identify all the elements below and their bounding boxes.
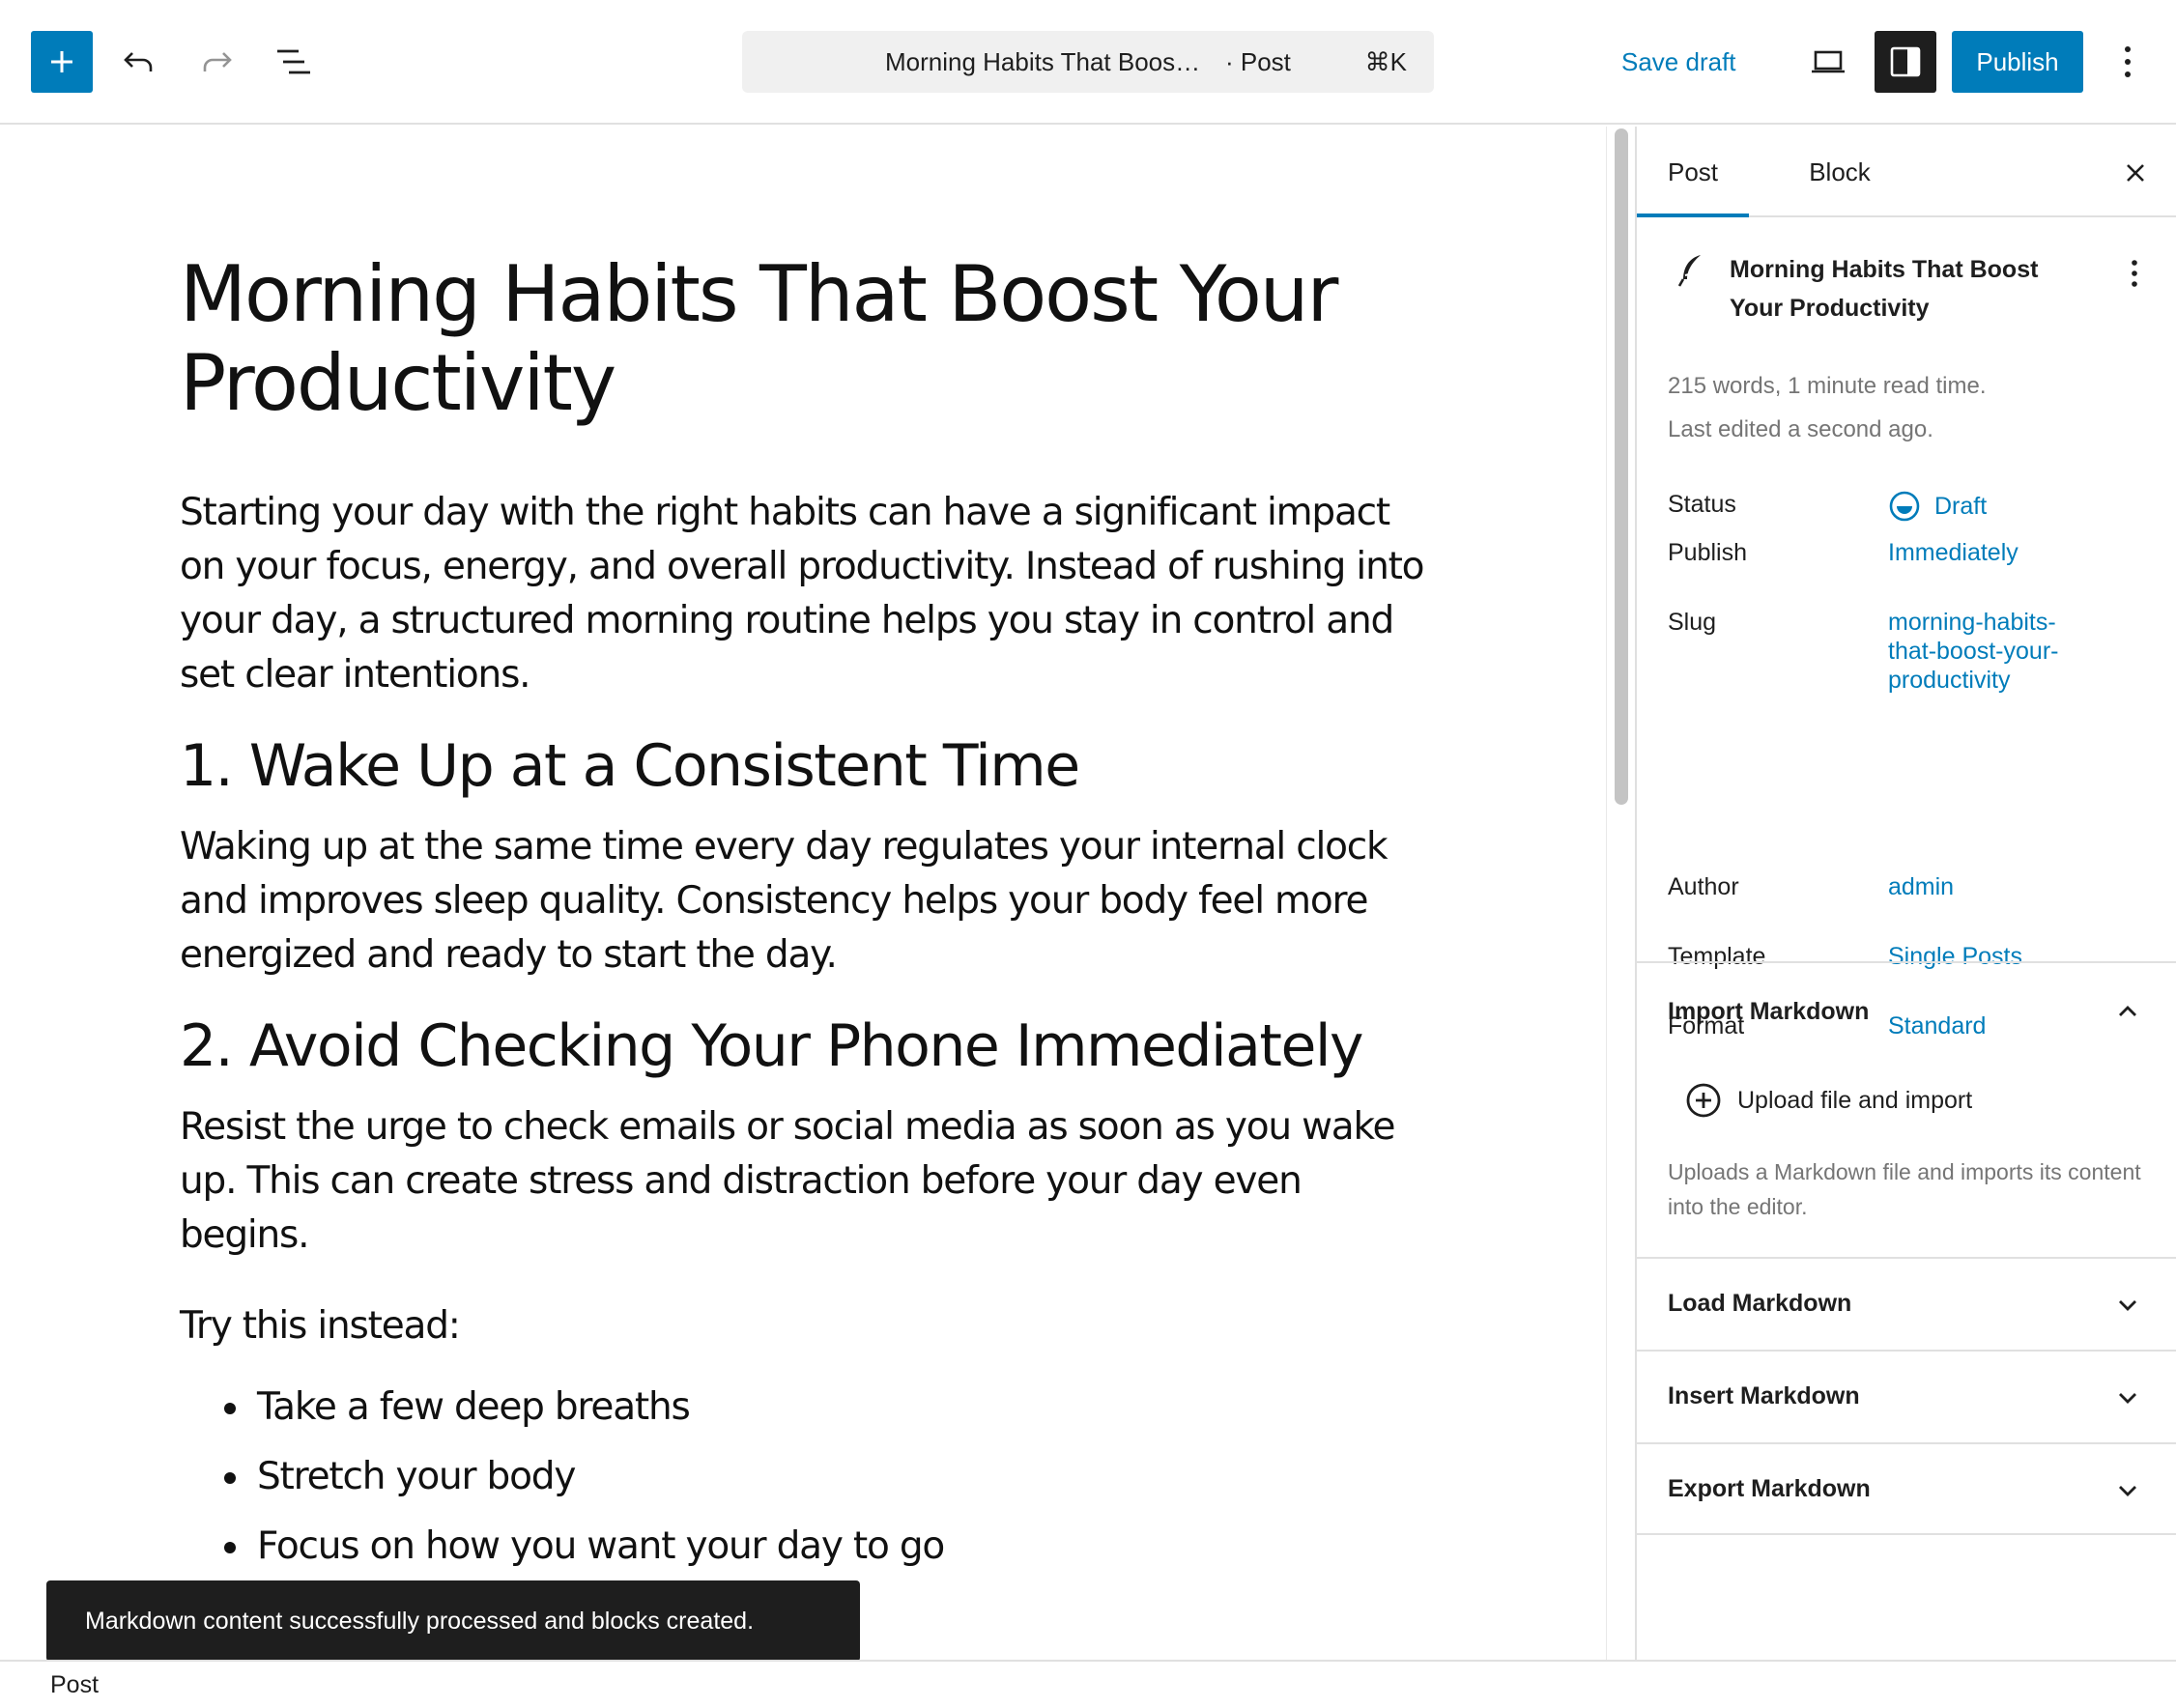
options-menu-button[interactable] bbox=[2104, 35, 2151, 89]
redo-button[interactable] bbox=[189, 35, 243, 89]
list-block[interactable]: Take a few deep breaths Stretch your bod… bbox=[180, 1373, 1436, 1581]
vertical-ellipsis-icon bbox=[2132, 260, 2137, 287]
export-markdown-panel[interactable]: Export Markdown bbox=[1637, 1442, 2176, 1535]
bullet-icon bbox=[224, 1403, 236, 1414]
slug-label: Slug bbox=[1668, 609, 1717, 636]
publish-value-button[interactable]: Immediately bbox=[1888, 538, 2120, 567]
sidebar-toggle-icon bbox=[1890, 46, 1921, 77]
slug-line: that-boost-your- bbox=[1888, 638, 2059, 665]
document-stats: 215 words, 1 minute read time. Last edit… bbox=[1668, 364, 1987, 451]
upload-file-button[interactable]: Upload file and import bbox=[1685, 1079, 1972, 1122]
publish-button[interactable]: Publish bbox=[1952, 31, 2083, 93]
word-count: 215 words, 1 minute read time. bbox=[1668, 373, 1987, 399]
insert-markdown-toggle[interactable]: Insert Markdown bbox=[1668, 1382, 1860, 1410]
settings-sidebar: Post Block Morning Habits That Boost You… bbox=[1635, 127, 2176, 1660]
collapse-panel-button[interactable] bbox=[2108, 992, 2147, 1031]
canvas-scrollbar[interactable] bbox=[1606, 127, 1635, 1660]
status-value: Draft bbox=[1934, 493, 1988, 520]
editor-canvas[interactable]: Morning Habits That Boost Your Productiv… bbox=[0, 127, 1606, 1660]
save-draft-button[interactable]: Save draft bbox=[1621, 39, 1736, 85]
slug-line: morning-habits- bbox=[1888, 609, 2056, 636]
keyboard-shortcut-hint: ⌘K bbox=[1364, 47, 1407, 76]
paragraph-block[interactable]: Starting your day with the right habits … bbox=[180, 486, 1426, 702]
document-title-label: Morning Habits That Boos… bbox=[885, 47, 1201, 76]
expand-panel-button[interactable] bbox=[2108, 1471, 2147, 1510]
status-label: Status bbox=[1668, 491, 1736, 518]
post-feather-icon bbox=[1677, 255, 1701, 287]
settings-sidebar-toggle[interactable] bbox=[1875, 31, 1936, 93]
upload-help-text: Uploads a Markdown file and imports its … bbox=[1668, 1159, 2141, 1219]
last-edited: Last edited a second ago. bbox=[1668, 416, 1933, 442]
sidebar-tabs: Post Block bbox=[1637, 127, 2176, 217]
heading-block[interactable]: 2. Avoid Checking Your Phone Immediately bbox=[180, 1011, 1436, 1081]
chevron-down-icon bbox=[2119, 1393, 2136, 1404]
command-palette-bar[interactable]: Morning Habits That Boos… · Post ⌘K bbox=[742, 31, 1434, 93]
vertical-ellipsis-icon bbox=[2125, 46, 2131, 77]
redo-icon bbox=[203, 52, 232, 71]
list-view-button[interactable] bbox=[267, 35, 321, 89]
publish-label: Publish bbox=[1668, 539, 1747, 566]
chevron-down-icon bbox=[2119, 1300, 2136, 1311]
status-value-button[interactable]: Draft bbox=[1888, 490, 2120, 523]
list-item[interactable]: Take a few deep breaths bbox=[180, 1373, 1436, 1442]
import-markdown-panel: Import Markdown Upload file and import U… bbox=[1637, 961, 2176, 1257]
preview-button[interactable] bbox=[1799, 35, 1857, 89]
chevron-up-icon bbox=[2119, 1006, 2136, 1016]
block-inserter-button[interactable] bbox=[31, 31, 93, 93]
document-actions-button[interactable] bbox=[2118, 252, 2151, 295]
undo-button[interactable] bbox=[112, 35, 166, 89]
close-icon bbox=[2127, 164, 2144, 182]
list-item[interactable]: Focus on how you want your day to go bbox=[180, 1512, 1436, 1581]
paragraph-block[interactable]: Resist the urge to check emails or socia… bbox=[180, 1100, 1426, 1263]
heading-block[interactable]: 1. Wake Up at a Consistent Time bbox=[180, 731, 1436, 801]
paragraph-block[interactable]: Try this instead: bbox=[180, 1299, 1436, 1353]
list-item[interactable]: Stretch your body bbox=[180, 1442, 1436, 1512]
tab-block[interactable]: Block bbox=[1782, 127, 1898, 217]
import-markdown-toggle[interactable]: Import Markdown bbox=[1668, 998, 1869, 1026]
load-markdown-panel[interactable]: Load Markdown bbox=[1637, 1257, 2176, 1350]
block-breadcrumb-bar: Post bbox=[0, 1660, 2176, 1708]
post-title[interactable]: Morning Habits That Boost Your Productiv… bbox=[180, 250, 1436, 428]
tab-post[interactable]: Post bbox=[1637, 127, 1749, 217]
undo-icon bbox=[124, 52, 153, 71]
bullet-icon bbox=[224, 1472, 236, 1484]
close-sidebar-button[interactable] bbox=[2114, 152, 2157, 194]
chevron-down-icon bbox=[2119, 1486, 2136, 1496]
list-item-text: Stretch your body bbox=[257, 1455, 576, 1498]
breadcrumb-post[interactable]: Post bbox=[50, 1671, 99, 1699]
bullet-icon bbox=[224, 1542, 236, 1553]
editor-header: Morning Habits That Boos… · Post ⌘K Save… bbox=[0, 0, 2176, 125]
author-value-button[interactable]: admin bbox=[1888, 872, 2120, 901]
slug-line: productivity bbox=[1888, 667, 2011, 694]
expand-panel-button[interactable] bbox=[2108, 1379, 2147, 1417]
upload-file-label: Upload file and import bbox=[1737, 1086, 1973, 1114]
slug-value-button[interactable]: morning-habits- that-boost-your- product… bbox=[1888, 608, 2120, 695]
export-markdown-toggle[interactable]: Export Markdown bbox=[1668, 1475, 1871, 1503]
draft-status-icon bbox=[1889, 491, 1920, 522]
laptop-preview-icon bbox=[1812, 50, 1845, 73]
document-type-label: · Post bbox=[1225, 47, 1291, 76]
plus-icon bbox=[51, 51, 72, 72]
author-label: Author bbox=[1668, 873, 1739, 900]
add-circle-icon bbox=[1686, 1083, 1721, 1118]
list-item-text: Focus on how you want your day to go bbox=[257, 1524, 945, 1568]
post-content: Morning Habits That Boost Your Productiv… bbox=[180, 250, 1436, 1581]
snackbar-notice[interactable]: Markdown content successfully processed … bbox=[46, 1580, 860, 1662]
expand-panel-button[interactable] bbox=[2108, 1286, 2147, 1324]
paragraph-block[interactable]: Waking up at the same time every day reg… bbox=[180, 820, 1426, 982]
insert-markdown-panel[interactable]: Insert Markdown bbox=[1637, 1350, 2176, 1442]
list-view-icon bbox=[277, 49, 310, 74]
scrollbar-thumb[interactable] bbox=[1615, 128, 1628, 805]
load-markdown-toggle[interactable]: Load Markdown bbox=[1668, 1290, 1851, 1318]
list-item-text: Take a few deep breaths bbox=[257, 1385, 691, 1429]
document-title: Morning Habits That Boost Your Productiv… bbox=[1730, 256, 2039, 322]
